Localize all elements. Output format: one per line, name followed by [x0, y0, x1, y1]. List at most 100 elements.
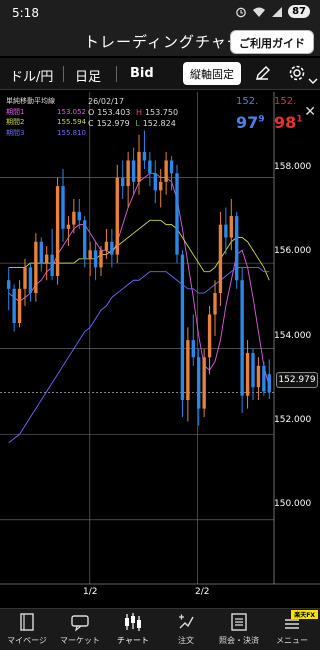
sma-legend: 単純移動平均線 期間1 153.052 期間2 155.594 期間3 155.… [6, 96, 86, 138]
bid-sup-digit: 9 [258, 114, 265, 125]
candle-body [153, 173, 157, 191]
legend-label: 期間3 [6, 128, 25, 137]
candle-body [83, 220, 87, 259]
candle-body [55, 186, 60, 276]
y-tick: 152.000 [274, 415, 312, 425]
nav-market[interactable]: マーケット [50, 611, 110, 646]
candle-body [137, 151, 141, 182]
candle-body [164, 160, 168, 182]
candle-body [131, 160, 136, 182]
page-title: トレーディングチャー [84, 33, 243, 51]
candle-body [39, 241, 43, 264]
nav-inquiry[interactable]: 照会・決済 [209, 611, 269, 646]
battery-badge: 87 [288, 5, 310, 18]
candle-body [61, 186, 65, 229]
high-label: H [135, 108, 142, 117]
ohlc-date: 26/02/17 [88, 97, 124, 106]
nav-label: 照会・決済 [219, 636, 259, 645]
legend-value: 155.594 [57, 118, 86, 126]
candle-body [50, 254, 54, 276]
candle-body [12, 288, 16, 324]
candle-body [126, 160, 130, 187]
candle-body [240, 280, 244, 396]
chat-icon [50, 611, 110, 633]
candle-body [66, 224, 71, 229]
candle-body [180, 254, 185, 401]
candle-body [262, 365, 266, 392]
status-bar: 5:18 87 [0, 0, 320, 28]
candle-body [251, 352, 255, 388]
legend-label: 期間2 [6, 118, 25, 126]
legend-row-period1: 期間1 153.052 [6, 107, 86, 118]
open-label: O [88, 108, 95, 117]
nav-mypage[interactable]: マイページ [0, 611, 57, 646]
pencil-icon[interactable] [254, 64, 272, 86]
legend-value: 153.052 [57, 107, 86, 116]
high-value: 153.750 [144, 108, 179, 117]
sma-line [8, 266, 270, 444]
bid-price-head: 152. [236, 96, 259, 107]
candle-body [229, 216, 233, 238]
gear-icon[interactable] [288, 64, 306, 86]
candle-body [218, 224, 223, 294]
candle-body [45, 254, 49, 264]
y-tick: 158.000 [274, 162, 312, 172]
chart-toolbar: ドル/円 日足 Bid 縦軸固定 [0, 58, 320, 90]
bid-main-digits: 97 [236, 113, 259, 132]
candle-body [235, 216, 239, 281]
chevron-down-icon[interactable] [308, 70, 318, 89]
rakuten-fx-badge: 楽天FX [291, 610, 318, 619]
ask-price-head: 152. [274, 96, 297, 107]
guide-button[interactable]: ご利用ガイド [230, 30, 314, 54]
signal-icon [272, 6, 283, 17]
ohlc-readout: 26/02/17 O 153.403 H 153.750 C 152.979 L 152… [88, 96, 181, 129]
nav-label: マイページ [7, 636, 47, 645]
nav-label: マーケット [60, 636, 100, 645]
candle-body [224, 224, 228, 238]
candle-body [142, 151, 147, 161]
fix-axis-button[interactable]: 縦軸固定 [183, 62, 241, 85]
y-tick: 154.000 [274, 331, 312, 341]
status-time: 5:18 [12, 6, 39, 20]
candle-body [77, 211, 81, 221]
bid-ask-selector[interactable]: Bid [130, 66, 154, 81]
candle-body [256, 365, 261, 388]
candle-body [93, 250, 98, 268]
candle-body [175, 173, 179, 255]
candlestick-chart-svg[interactable] [0, 92, 320, 607]
candle-body [148, 160, 152, 174]
candle-body [169, 160, 174, 174]
nav-chart[interactable]: チャート [103, 611, 163, 646]
candle-body [99, 250, 103, 268]
timeframe-selector[interactable]: 日足 [75, 66, 101, 85]
candle-body [110, 241, 114, 255]
toolbar-divider [116, 66, 117, 82]
close-value: 152.979 [96, 119, 130, 128]
bottom-nav: マイページ マーケット チャート 注文 照会・決済 メニュー 楽天FX [0, 608, 320, 650]
candle-body [245, 352, 250, 396]
candle-body [191, 340, 195, 358]
ask-sup-digit: 1 [296, 114, 303, 125]
candle-body [72, 211, 76, 225]
ohlc-row-1: O 153.403 H 153.750 [88, 107, 181, 118]
nav-order[interactable]: 注文 [156, 611, 216, 646]
bid-price-main: 979 [236, 113, 265, 132]
close-label: C [88, 119, 94, 128]
currency-pair-selector[interactable]: ドル/円 [10, 66, 53, 85]
candle-body [207, 314, 212, 358]
list-icon [209, 611, 269, 633]
candle-body [23, 267, 27, 289]
nav-label: メニュー [276, 636, 308, 645]
order-icon [156, 611, 216, 633]
legend-value: 155.810 [57, 128, 86, 137]
legend-title: 単純移動平均線 [6, 97, 55, 105]
title-bar: トレーディングチャー ご利用ガイド [0, 28, 320, 56]
low-value: 152.824 [142, 119, 176, 128]
candle-body [104, 241, 109, 251]
candle-body [34, 241, 38, 294]
y-tick: 150.000 [274, 499, 312, 509]
price-chart[interactable] [0, 92, 320, 607]
candle-body [197, 357, 201, 409]
candle-body [115, 177, 119, 255]
close-icon[interactable]: ✕ [304, 104, 316, 120]
